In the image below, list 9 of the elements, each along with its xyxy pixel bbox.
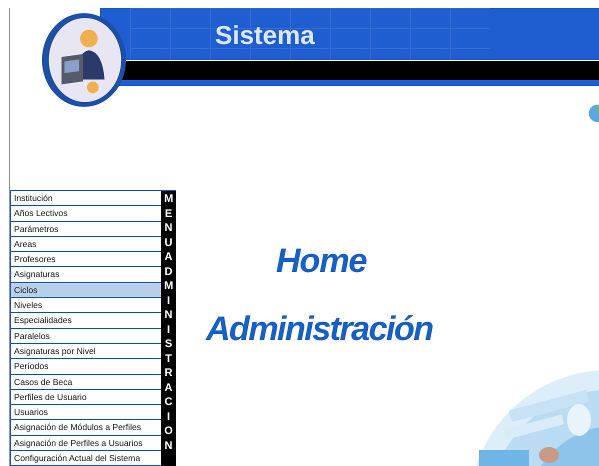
menu-item[interactable]: Paralelos (11, 328, 161, 344)
user-laptop-logo-icon (40, 10, 128, 110)
menu-item[interactable]: Ciclos (11, 282, 161, 298)
site-title: Sistema (215, 20, 315, 51)
home-heading: Home (276, 242, 366, 281)
menu-caption: MENU ADMINISTRACION (164, 192, 173, 454)
menu-item[interactable]: Casos de Beca (11, 374, 161, 390)
menu-item[interactable]: Parámetros (11, 222, 161, 237)
administration-heading: Administración (206, 310, 432, 349)
